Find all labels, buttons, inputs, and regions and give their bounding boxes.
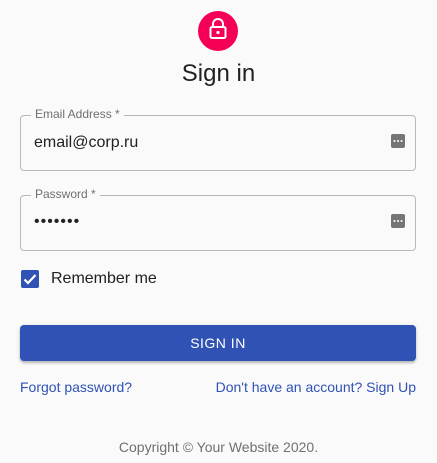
checkmark-icon [23, 274, 37, 285]
copyright-text: Copyright © Your Website 2020. [118, 439, 319, 455]
password-field-value[interactable]: ••••••• [34, 213, 80, 231]
page-title: Sign in [181, 60, 256, 87]
password-field[interactable]: Password * ••••••• [20, 187, 416, 251]
password-manager-icon[interactable] [391, 134, 405, 148]
lock-icon [208, 17, 228, 45]
lock-avatar [198, 11, 238, 51]
email-field-value[interactable]: email@corp.ru [34, 134, 138, 152]
remember-me-checkbox[interactable] [21, 270, 39, 288]
remember-me-label[interactable]: Remember me [51, 270, 157, 288]
password-manager-icon[interactable] [391, 214, 405, 228]
password-field-label: Password * [31, 187, 100, 201]
sign-up-link[interactable]: Don't have an account? Sign Up [216, 379, 416, 395]
email-field[interactable]: Email Address * email@corp.ru [20, 107, 416, 171]
forgot-password-link[interactable]: Forgot password? [20, 379, 132, 395]
email-field-label: Email Address * [31, 107, 124, 121]
sign-in-button[interactable]: SIGN IN [20, 325, 416, 361]
